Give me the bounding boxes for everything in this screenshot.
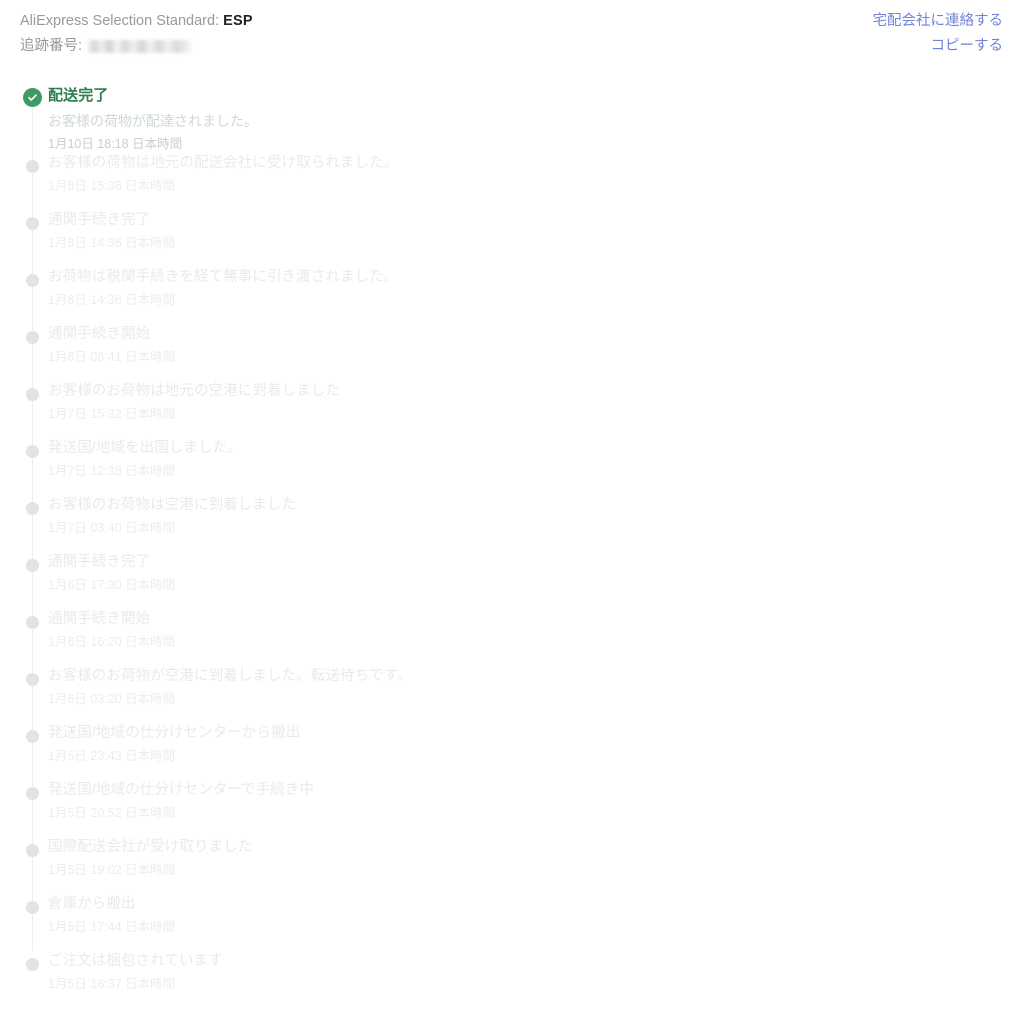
dot-icon [26,331,39,344]
dot-icon [26,787,39,800]
timeline-event: 配送完了お客様の荷物が配達されました。 1月10日 18:18 日本時間 [0,86,1013,153]
tracking-number-label: 追跡番号: [20,38,83,54]
timeline-event-title: お客様のお荷物は空港に到着しました [48,497,297,513]
timeline-event: 発送国/地域の仕分けセンターで手続き中 1月5日 20:52 日本時間 [0,780,1013,837]
timeline-event-title: 発送国/地域を出国しました。 [48,440,242,456]
timeline-event-title: 国際配送会社が受け取りました [48,839,253,855]
dot-icon [26,160,39,173]
timeline-event-title: 通関手続き完了 [48,554,151,570]
dot-icon [26,901,39,914]
check-circle-icon [23,88,42,107]
timeline-event: 倉庫から搬出 1月5日 17:44 日本時間 [0,894,1013,951]
dot-icon [26,730,39,743]
shipment-identity: AliExpress Selection Standard: ESP 追跡番号: [20,10,253,57]
dot-icon [26,388,39,401]
timeline-event-timestamp: 1月5日 20:52 日本時間 [48,806,176,820]
timeline-event-title: お客様の荷物は地元の配送会社に受け取られました。 [48,155,399,171]
dot-icon [26,616,39,629]
timeline-event: お客様の荷物は地元の配送会社に受け取られました。 1月8日 15:36 日本時間 [0,153,1013,210]
timeline-event-timestamp: 1月8日 08:41 日本時間 [48,350,176,364]
timeline-event-timestamp: 1月5日 19:02 日本時間 [48,863,176,877]
header-actions: 宅配会社に連絡する コピーする [873,10,1004,57]
timeline-event-timestamp: 1月8日 14:36 日本時間 [48,236,176,250]
timeline-event-timestamp: 1月6日 03:20 日本時間 [48,692,176,706]
timeline-event-title: お客様のお荷物は地元の空港に到着しました [48,383,340,399]
tracking-number-value-redacted[interactable] [88,39,192,53]
dot-icon [26,274,39,287]
timeline-event-timestamp: 1月5日 17:44 日本時間 [48,920,176,934]
timeline-event-timestamp: 1月7日 03:40 日本時間 [48,521,176,535]
dot-icon [26,217,39,230]
timeline-event-timestamp: 1月7日 15:32 日本時間 [48,407,176,421]
timeline-event-title: 倉庫から搬出 [48,896,136,912]
timeline-event-title: 通関手続き完了 [48,212,151,228]
carrier-code: ESP [223,13,253,29]
dot-icon [26,445,39,458]
timeline-event: お客様のお荷物が空港に到着しました。転送待ちです。 1月6日 03:20 日本時間 [0,666,1013,723]
carrier-line: AliExpress Selection Standard: ESP [20,10,253,32]
dot-icon [26,958,39,971]
timeline-event-timestamp: 1月8日 15:36 日本時間 [48,179,176,193]
timeline-event: 発送国/地域を出国しました。 1月7日 12:38 日本時間 [0,438,1013,495]
contact-carrier-link[interactable]: 宅配会社に連絡する [873,10,1004,32]
timeline-event: 通関手続き開始 1月8日 08:41 日本時間 [0,324,1013,381]
timeline-event: 通関手続き完了 1月8日 14:36 日本時間 [0,210,1013,267]
timeline-event-title: 通関手続き開始 [48,611,151,627]
timeline-event: 国際配送会社が受け取りました 1月5日 19:02 日本時間 [0,837,1013,894]
timeline-event-description: お客様の荷物が配達されました。 [48,113,258,129]
timeline-event-title: 配送完了 [48,87,109,104]
timeline-event: 通関手続き開始 1月6日 16:20 日本時間 [0,609,1013,666]
dot-icon [26,673,39,686]
dot-icon [26,502,39,515]
timeline-event-timestamp: 1月5日 23:43 日本時間 [48,749,176,763]
timeline-event-title: 発送国/地域の仕分けセンターで手続き中 [48,782,315,798]
tracking-number-line: 追跡番号: [20,35,253,57]
timeline-event-title: お客様のお荷物が空港に到着しました。転送待ちです。 [48,668,412,684]
timeline-event: お荷物は税関手続きを経て無事に引き渡されました。 1月8日 14:36 日本時間 [0,267,1013,324]
timeline-event-timestamp: 1月10日 18:18 日本時間 [48,137,183,151]
timeline-event-timestamp: 1月6日 17:30 日本時間 [48,578,176,592]
timeline-event-title: 発送国/地域の仕分けセンターから搬出 [48,725,301,741]
dot-icon [26,559,39,572]
timeline-event: お客様のお荷物は地元の空港に到着しました 1月7日 15:32 日本時間 [0,381,1013,438]
timeline-event-title: ご注文は梱包されています [48,953,223,969]
timeline-event-timestamp: 1月6日 16:20 日本時間 [48,635,176,649]
timeline-event-title: お荷物は税関手続きを経て無事に引き渡されました。 [48,269,399,285]
timeline-event: 発送国/地域の仕分けセンターから搬出 1月5日 23:43 日本時間 [0,723,1013,780]
timeline-event-timestamp: 1月5日 16:37 日本時間 [48,977,176,991]
timeline-event-timestamp: 1月8日 14:36 日本時間 [48,293,176,307]
timeline-rail [32,100,33,153]
timeline-event: ご注文は梱包されています 1月5日 16:37 日本時間 [0,951,1013,1008]
timeline-event-title: 通関手続き開始 [48,326,151,342]
timeline-event: お客様のお荷物は空港に到着しました 1月7日 03:40 日本時間 [0,495,1013,552]
dot-icon [26,844,39,857]
tracking-header: AliExpress Selection Standard: ESP 追跡番号: … [0,0,1013,62]
carrier-label: AliExpress Selection Standard: [20,13,220,29]
timeline-event-timestamp: 1月7日 12:38 日本時間 [48,464,176,478]
copy-tracking-link[interactable]: コピーする [873,35,1004,57]
tracking-timeline: 配送完了お客様の荷物が配達されました。 1月10日 18:18 日本時間お客様の荷… [0,86,1013,1008]
timeline-event: 通関手続き完了 1月6日 17:30 日本時間 [0,552,1013,609]
